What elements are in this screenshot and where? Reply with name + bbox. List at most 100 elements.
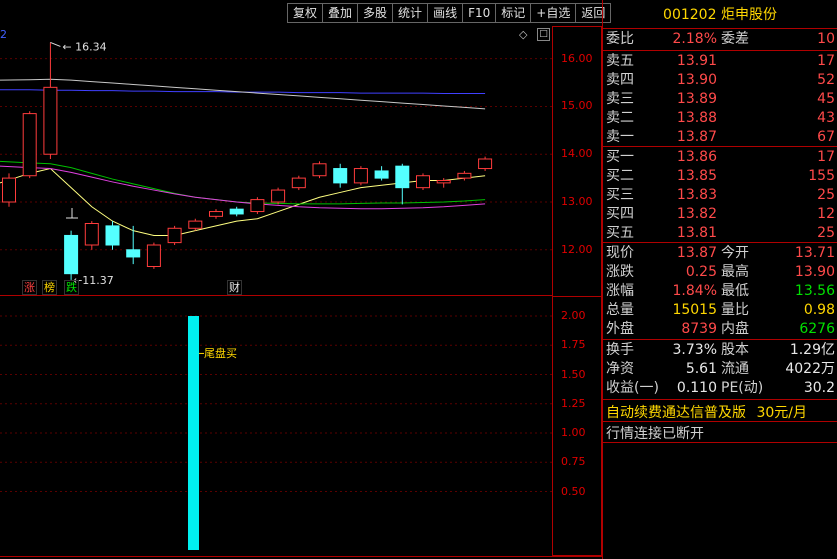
quote-cell: 涨幅 (606, 283, 634, 299)
promo-price: 30元/月 (756, 405, 807, 421)
indicator-tick: 0.75 (561, 455, 586, 469)
quote-cell: 0.110 (676, 380, 717, 396)
quote-row: 换手 3.73% 股本 1.29亿 (603, 341, 837, 360)
candle-body (64, 234, 79, 275)
toolbar-button[interactable]: 统计 (393, 3, 429, 23)
candle-body (395, 165, 410, 189)
candle-body (2, 177, 16, 203)
quote-cell: 0.25 (685, 264, 717, 280)
candle-body (478, 158, 493, 170)
toolbar-button[interactable]: +自选 (531, 3, 577, 23)
quote-cell: 17 (817, 149, 835, 165)
quote-cell: 买二 (606, 168, 634, 184)
candle-body (43, 86, 58, 155)
quote-cell: 买一 (606, 149, 634, 165)
quote-row: 买三 13.83 25 (603, 186, 837, 205)
separator (603, 146, 837, 147)
quote-cell: 4022万 (785, 361, 835, 377)
quote-cell: 13.87 (676, 129, 717, 145)
quote-cell: 流通 (721, 361, 749, 377)
weibi-label: 委比 (606, 31, 634, 47)
candle-body (457, 172, 472, 179)
price-axis: 16.00 15.00 14.00 13.00 12.00 2.00 1.75 1.50 1.2… (552, 26, 602, 556)
quote-cell: 卖三 (606, 91, 634, 107)
quote-cell: 12 (817, 206, 835, 222)
indicator-chart[interactable]: 尾盘买 (0, 296, 552, 556)
candle-body (353, 168, 368, 184)
quote-row: 卖二 13.88 43 (603, 109, 837, 128)
event-badge[interactable]: 涨 (22, 280, 37, 295)
quote-cell: 净资 (606, 361, 634, 377)
toolbar-button[interactable]: 复权 (287, 3, 324, 23)
weibi-value: 2.18% (672, 31, 717, 47)
quote-cell: 最高 (721, 264, 749, 280)
quote-cell: 13.90 (794, 264, 835, 280)
separator (603, 399, 837, 400)
quote-cell: 现价 (606, 245, 634, 261)
quote-cell: 0.98 (803, 302, 835, 318)
quote-row: 卖五 13.91 17 (603, 52, 837, 71)
event-badge[interactable]: 跌 (64, 280, 79, 295)
toolbar-button[interactable]: 画线 (428, 3, 464, 23)
period-indicator: 2 (0, 28, 7, 41)
quote-cell: 13.89 (676, 91, 717, 107)
separator (603, 339, 837, 340)
quote-cell: 卖四 (606, 72, 634, 88)
quote-cell: 最低 (721, 283, 749, 299)
quote-row: 涨跌 0.25 最高 13.90 (603, 263, 837, 282)
event-badge[interactable]: 财 (227, 280, 242, 295)
toolbar-button[interactable]: F10 (463, 3, 497, 23)
promo-banner[interactable]: 自动续费通达信普及版 30元/月 (606, 402, 807, 422)
separator (603, 242, 837, 243)
quote-cell: 13.56 (794, 283, 835, 299)
quote-row: 总量 15015 量比 0.98 (603, 301, 837, 320)
price-tick: 13.00 (561, 195, 593, 208)
high-pointer (50, 41, 61, 47)
marker-icon (66, 208, 78, 219)
quote-cell: 30.2 (803, 380, 835, 396)
quote-cell: 13.71 (794, 245, 835, 261)
price-tick: 12.00 (561, 242, 593, 256)
price-tick: 14.00 (561, 147, 593, 161)
quote-row: 卖四 13.90 52 (603, 71, 837, 90)
quote-cell: 1.84% (672, 283, 717, 299)
candlestick-chart[interactable]: ← 16.34 ←11.37 (0, 26, 552, 294)
quote-row: 买四 13.82 12 (603, 205, 837, 224)
quote-row: 现价 13.87 今开 13.71 (603, 244, 837, 263)
candle-body (436, 180, 451, 184)
indicator-tick: 1.25 (561, 396, 586, 410)
quote-row: 卖一 13.87 67 (603, 128, 837, 147)
quote-cell: 总量 (606, 302, 634, 318)
candle-body (250, 199, 265, 213)
quote-row: 涨幅 1.84% 最低 13.56 (603, 282, 837, 301)
candle-body (22, 113, 37, 177)
quote-cell: 13.85 (676, 168, 717, 184)
quote-row: 买二 13.85 155 (603, 167, 837, 186)
expand-icon[interactable]: □ (537, 28, 550, 41)
stock-title: 001202 炬申股份 (603, 0, 837, 30)
quote-cell: 13.90 (676, 72, 717, 88)
indicator-tick: 2.00 (561, 309, 586, 322)
separator (603, 28, 837, 29)
quote-cell: 25 (817, 187, 835, 203)
indicator-tick: 1.75 (561, 338, 586, 352)
quote-row: 买五 13.81 25 (603, 224, 837, 243)
event-badge[interactable]: 榜 (42, 280, 57, 295)
quote-row: 收益(一) 0.110 PE(动) 30.2 (603, 379, 837, 398)
diamond-icon[interactable]: ◇ (519, 28, 527, 41)
weibi-row: 委比 2.18% 委差 10 (603, 30, 837, 49)
toolbar-button[interactable]: 标记 (496, 3, 532, 23)
signal-label: 尾盘买 (204, 346, 237, 360)
quote-cell: 买三 (606, 187, 634, 203)
toolbar-button[interactable]: 叠加 (323, 3, 359, 23)
quote-cell: 6276 (799, 321, 835, 337)
toolbar-button[interactable]: 多股 (358, 3, 394, 23)
quote-cell: 今开 (721, 245, 749, 261)
separator (603, 421, 837, 422)
connection-status: 行情连接已断开 (606, 426, 704, 442)
quote-cell: 45 (817, 91, 835, 107)
promo-text: 自动续费通达信普及版 (606, 405, 746, 421)
candle-body (146, 244, 161, 267)
quote-cell: 13.83 (676, 187, 717, 203)
quote-cell: 涨跌 (606, 264, 634, 280)
